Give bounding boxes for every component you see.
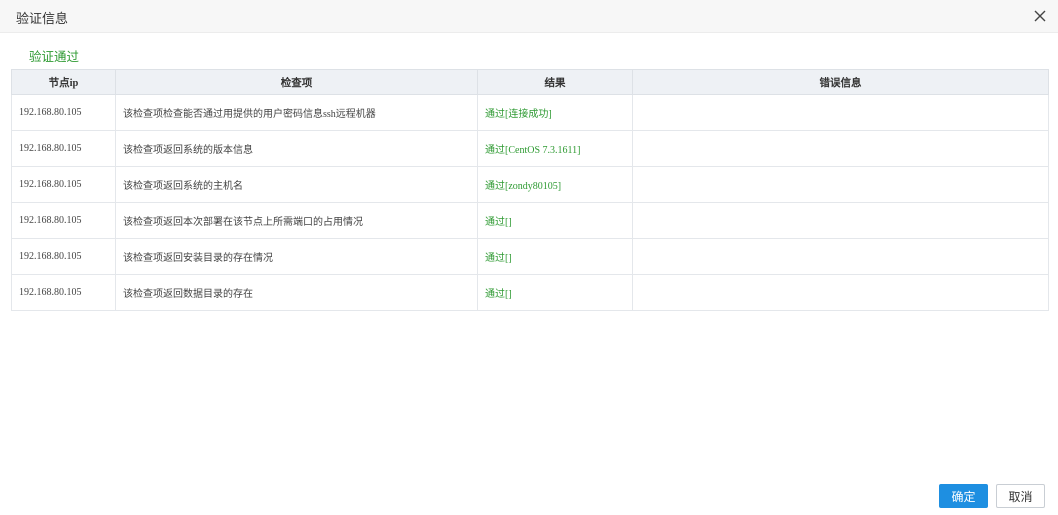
cell-ip: 192.168.80.105	[11, 130, 116, 167]
cell-error	[632, 202, 1049, 239]
verification-dialog: 验证信息 验证通过 节点ip 检查项 结果 错误信息 192.168.80.10…	[0, 0, 1058, 515]
table-row: 192.168.80.105 该检查项检查能否通过用提供的用户密码信息ssh远程…	[11, 94, 1049, 131]
cell-error	[632, 94, 1049, 131]
verification-status: 验证通过	[29, 50, 80, 64]
cell-result: 通过[连接成功]	[477, 94, 633, 131]
verification-table: 节点ip 检查项 结果 错误信息 192.168.80.105 该检查项检查能否…	[11, 69, 1049, 311]
column-header-ip: 节点ip	[11, 69, 116, 95]
dialog-title: 验证信息	[16, 11, 69, 26]
cell-ip: 192.168.80.105	[11, 166, 116, 203]
cell-check-item: 该检查项检查能否通过用提供的用户密码信息ssh远程机器	[115, 94, 478, 131]
table-row: 192.168.80.105 该检查项返回数据目录的存在 通过[]	[11, 274, 1049, 311]
cell-ip: 192.168.80.105	[11, 238, 116, 275]
cell-result: 通过[]	[477, 202, 633, 239]
column-header-error: 错误信息	[632, 69, 1049, 95]
cell-check-item: 该检查项返回系统的版本信息	[115, 130, 478, 167]
cell-error	[632, 130, 1049, 167]
dialog-titlebar: 验证信息	[0, 0, 1058, 33]
cell-result: 通过[]	[477, 274, 633, 311]
table-row: 192.168.80.105 该检查项返回安装目录的存在情况 通过[]	[11, 238, 1049, 275]
cell-check-item: 该检查项返回系统的主机名	[115, 166, 478, 203]
cell-check-item: 该检查项返回安装目录的存在情况	[115, 238, 478, 275]
cell-check-item: 该检查项返回数据目录的存在	[115, 274, 478, 311]
column-header-result: 结果	[477, 69, 633, 95]
cell-ip: 192.168.80.105	[11, 94, 116, 131]
column-header-check-item: 检查项	[115, 69, 478, 95]
cell-result: 通过[zondy80105]	[477, 166, 633, 203]
table-row: 192.168.80.105 该检查项返回本次部署在该节点上所需端口的占用情况 …	[11, 202, 1049, 239]
table-header-row: 节点ip 检查项 结果 错误信息	[11, 69, 1049, 95]
cell-ip: 192.168.80.105	[11, 274, 116, 311]
confirm-button[interactable]: 确定	[939, 484, 988, 508]
cell-error	[632, 238, 1049, 275]
cell-error	[632, 166, 1049, 203]
cell-result: 通过[CentOS 7.3.1611]	[477, 130, 633, 167]
cancel-button[interactable]: 取消	[996, 484, 1045, 508]
cell-error	[632, 274, 1049, 311]
close-icon[interactable]	[1030, 6, 1050, 26]
cell-ip: 192.168.80.105	[11, 202, 116, 239]
cell-check-item: 该检查项返回本次部署在该节点上所需端口的占用情况	[115, 202, 478, 239]
table-row: 192.168.80.105 该检查项返回系统的主机名 通过[zondy8010…	[11, 166, 1049, 203]
cell-result: 通过[]	[477, 238, 633, 275]
table-row: 192.168.80.105 该检查项返回系统的版本信息 通过[CentOS 7…	[11, 130, 1049, 167]
